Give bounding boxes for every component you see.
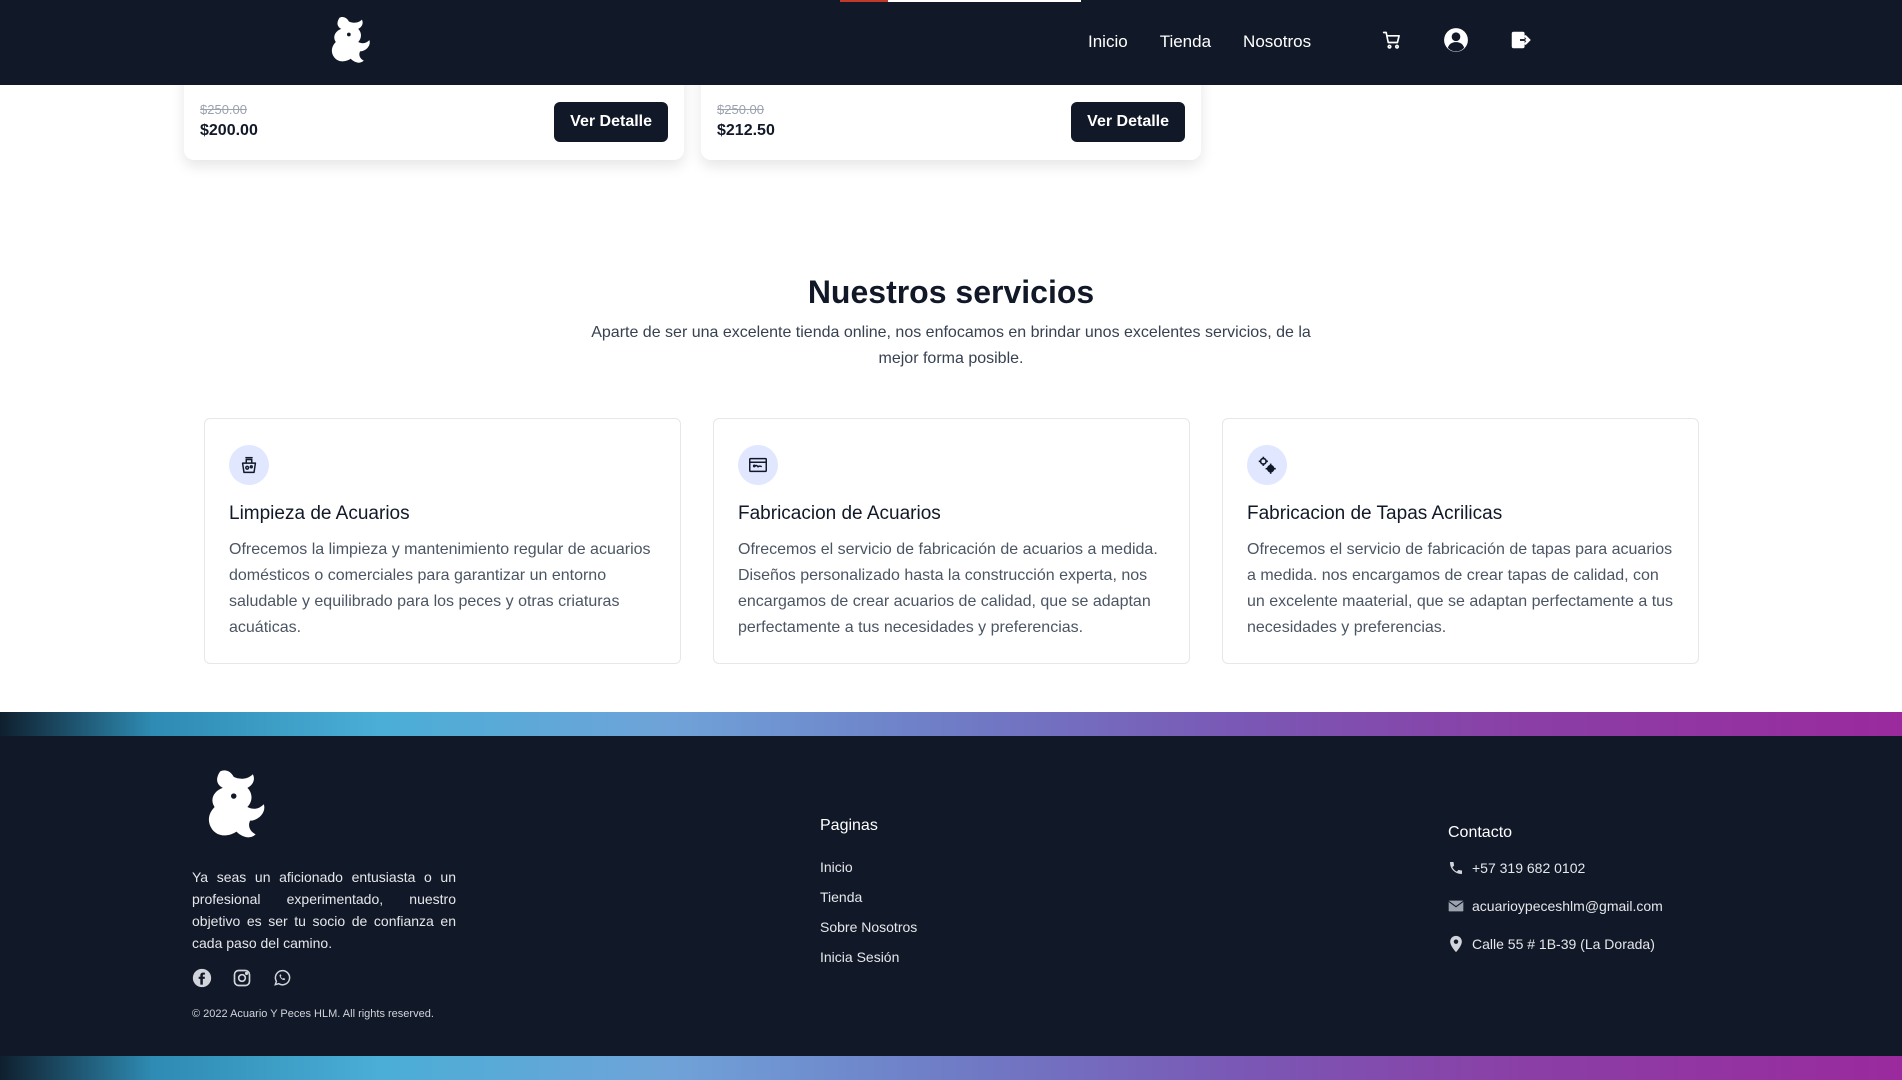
service-description: Ofrecemos la limpieza y mantenimiento re… [229,541,651,636]
site-footer: Ya seas un aficionado entusiasta o un pr… [0,736,1902,1056]
footer-pages-title: Paginas [820,817,878,834]
service-title: Fabricacion de Acuarios [738,503,941,524]
nav-tienda[interactable]: Tienda [1160,32,1211,52]
footer-contact-list: +57 319 682 0102 acuarioypeceshlm@gmail.… [1448,860,1663,974]
product-old-price: $250.00 [717,102,764,117]
services-title: Nuestros servicios [807,274,1095,310]
service-card-limpieza: Limpieza de Acuarios Ofrecemos la limpie… [204,418,681,664]
footer-link-inicio[interactable]: Inicio [820,859,853,875]
nav-inicio[interactable]: Inicio [1088,32,1128,52]
ver-detalle-button[interactable]: Ver Detalle [554,102,668,142]
product-old-price: $250.00 [200,102,247,117]
nav-nosotros[interactable]: Nosotros [1243,32,1311,52]
service-description: Ofrecemos el servicio de fabricación de … [1247,541,1674,636]
user-account-icon[interactable] [1442,26,1470,54]
main-nav: Inicio Tienda Nosotros [1088,32,1311,52]
list-item: Inicia Sesión [820,949,917,979]
product-price: $200.00 [200,122,258,139]
service-card-tapas-acrilicas: Fabricacion de Tapas Acrilicas Ofrecemos… [1222,418,1699,664]
footer-link-tienda[interactable]: Tienda [820,889,862,905]
social-links [192,968,292,988]
service-card-fabricacion-acuarios: Fabricacion de Acuarios Ofrecemos el ser… [713,418,1190,664]
footer-contact-title: Contacto [1448,824,1513,841]
list-item: Tienda [820,889,917,919]
logout-icon[interactable] [1506,26,1534,54]
instagram-icon[interactable] [232,968,252,988]
location-pin-icon [1448,935,1464,953]
contact-address-text: Calle 55 # 1B-39 (La Dorada) [1472,936,1655,952]
footer-about-text: Ya seas un aficionado entusiasta o un pr… [192,869,456,951]
contact-email-text[interactable]: acuarioypeceshlm@gmail.com [1472,898,1663,914]
scroll-progress-bar [840,0,1081,2]
list-item: Sobre Nosotros [820,919,917,949]
contact-email: acuarioypeceshlm@gmail.com [1448,898,1663,936]
services-subtitle: Aparte de ser una excelente tienda onlin… [591,324,1311,367]
aquarium-tank-icon [738,445,778,485]
contact-address: Calle 55 # 1B-39 (La Dorada) [1448,935,1663,974]
footer-link-inicia-sesion[interactable]: Inicia Sesión [820,949,899,965]
scroll-progress-fill [840,0,889,2]
ver-detalle-button[interactable]: Ver Detalle [1071,102,1185,142]
footer-brand-logo[interactable] [190,766,272,848]
gears-icon [1247,445,1287,485]
service-description: Ofrecemos el servicio de fabricación de … [738,541,1158,636]
footer-link-sobre-nosotros[interactable]: Sobre Nosotros [820,919,917,935]
phone-icon [1448,860,1464,876]
footer-gradient-band [0,1056,1902,1080]
mail-icon [1448,898,1464,914]
facebook-icon[interactable] [192,968,212,988]
footer-gradient-band [0,712,1902,736]
footer-pages-list: Inicio Tienda Sobre Nosotros Inicia Sesi… [820,859,917,979]
brand-logo[interactable] [318,14,376,70]
aquarium-cleaning-icon [229,445,269,485]
product-price: $212.50 [717,122,775,139]
service-title: Limpieza de Acuarios [229,503,410,524]
header-actions [1378,26,1534,54]
top-navbar: Inicio Tienda Nosotros [0,0,1902,85]
copyright-text: © 2022 Acuario Y Peces HLM. All rights r… [192,1008,434,1020]
service-title: Fabricacion de Tapas Acrilicas [1247,503,1503,524]
contact-phone: +57 319 682 0102 [1448,860,1663,898]
contact-phone-text[interactable]: +57 319 682 0102 [1472,860,1585,876]
whatsapp-icon[interactable] [272,968,292,988]
cart-icon[interactable] [1378,26,1406,54]
list-item: Inicio [820,859,917,889]
